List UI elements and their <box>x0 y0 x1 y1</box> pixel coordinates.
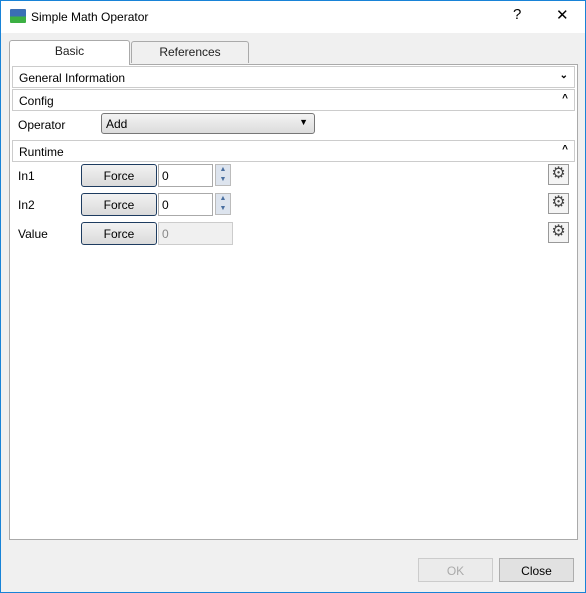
window-title: Simple Math Operator <box>31 10 149 24</box>
help-button[interactable]: ? <box>513 6 521 23</box>
section-title: Runtime <box>19 145 64 159</box>
dropdown-arrow-icon: ▼ <box>299 117 308 127</box>
value-input: 0 <box>158 222 233 245</box>
force-in1-button[interactable]: Force <box>81 164 157 187</box>
operator-value: Add <box>106 117 128 131</box>
chevron-down-icon[interactable]: ⌄ <box>560 70 568 81</box>
gear-icon[interactable]: ⚙ <box>548 222 569 243</box>
value-label: Value <box>18 227 48 241</box>
operator-select[interactable]: Add ▼ <box>101 113 315 134</box>
in1-input[interactable]: 0 <box>158 164 213 187</box>
chevron-up-icon[interactable]: ^ <box>562 144 568 155</box>
section-runtime[interactable]: Runtime ^ <box>12 140 575 162</box>
section-general-information[interactable]: General Information ⌄ <box>12 66 575 88</box>
in2-spinner[interactable]: ▲ ▼ <box>215 193 231 215</box>
section-title: Config <box>19 94 54 108</box>
gear-icon[interactable]: ⚙ <box>548 193 569 214</box>
force-value-button[interactable]: Force <box>81 222 157 245</box>
force-in2-button[interactable]: Force <box>81 193 157 216</box>
in2-label: In2 <box>18 198 35 212</box>
app-icon <box>10 9 26 23</box>
ok-button[interactable]: OK <box>418 558 493 582</box>
gear-icon[interactable]: ⚙ <box>548 164 569 185</box>
chevron-up-icon[interactable]: ^ <box>562 93 568 104</box>
in1-spinner[interactable]: ▲ ▼ <box>215 164 231 186</box>
tab-basic[interactable]: Basic <box>9 40 130 65</box>
in1-label: In1 <box>18 169 35 183</box>
in2-input[interactable]: 0 <box>158 193 213 216</box>
close-button[interactable]: Close <box>499 558 574 582</box>
tab-references[interactable]: References <box>131 41 249 63</box>
title-bar: Simple Math Operator ? ✕ <box>1 1 585 33</box>
section-config[interactable]: Config ^ <box>12 89 575 111</box>
close-window-button[interactable]: ✕ <box>556 6 569 24</box>
operator-label: Operator <box>18 118 66 132</box>
basic-panel: General Information ⌄ Config ^ Operator Ad… <box>9 64 578 540</box>
section-title: General Information <box>19 71 126 85</box>
dialog-window: Simple Math Operator ? ✕ Basic Reference… <box>0 0 586 593</box>
